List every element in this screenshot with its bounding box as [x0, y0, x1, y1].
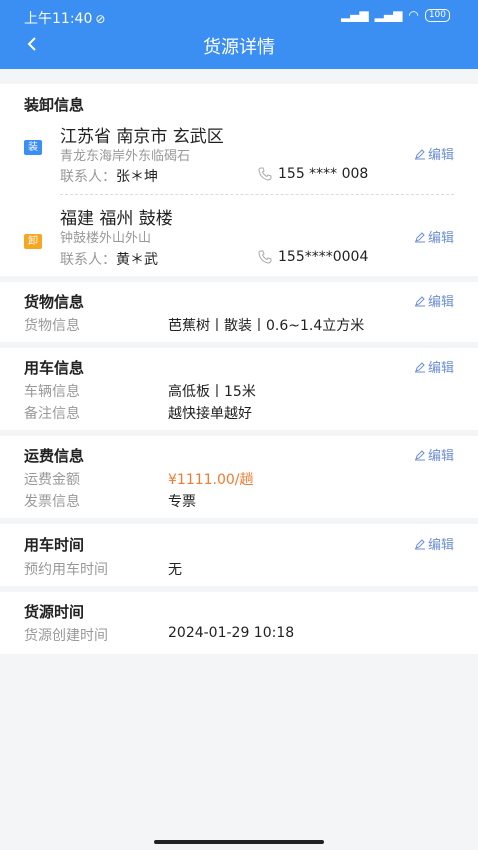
section-title-freight: 运费信息: [24, 447, 85, 465]
vehicle-card: 用车信息 编辑 车辆信息 高低板丨15米 备注信息 越快接单越好: [0, 348, 478, 430]
signal-icon: ▂▄▆: [340, 8, 369, 22]
signal-icon-2: ▂▄▆: [374, 8, 403, 22]
freight-amount-label: 运费金额: [24, 472, 80, 488]
phone-icon: [258, 167, 272, 181]
unload-contact: 联系人：黄＊武: [60, 252, 158, 268]
divider: [60, 194, 454, 195]
home-indicator: [154, 840, 324, 844]
wifi-icon: ◠: [408, 8, 419, 22]
invoice-label: 发票信息: [24, 494, 80, 510]
scheduled-time-value: 无: [168, 562, 182, 578]
freight-card: 运费信息 编辑 运费金额 ¥1111.00/趟 发票信息 专票: [0, 436, 478, 518]
pencil-icon: [414, 449, 425, 460]
mute-icon: ⊘: [95, 12, 106, 26]
load-address: 江苏省 南京市 玄武区: [60, 127, 224, 147]
unload-address: 福建 福州 鼓楼: [60, 209, 173, 229]
remark-value: 越快接单越好: [168, 406, 252, 422]
section-title-source-time: 货源时间: [24, 603, 85, 621]
source-time-card: 货源时间 货源创建时间 2024-01-29 10:18: [0, 592, 478, 654]
pencil-icon: [414, 538, 425, 549]
status-icons: ▂▄▆ ▂▄▆ ◠ 100: [341, 8, 450, 22]
invoice-value: 专票: [168, 494, 196, 510]
edit-freight-button[interactable]: 编辑: [414, 445, 454, 464]
unload-address-detail: 钟鼓楼外山外山: [60, 231, 152, 246]
freight-amount-value: ¥1111.00/趟: [168, 472, 254, 488]
section-title-cargo: 货物信息: [24, 293, 85, 311]
load-contact: 联系人：张＊坤: [60, 169, 158, 185]
load-address-detail: 青龙东海岸外东临碣石: [60, 149, 191, 164]
vehicle-info-label: 车辆信息: [24, 384, 80, 400]
vehicle-info-value: 高低板丨15米: [168, 384, 256, 400]
battery-icon: 100: [424, 8, 450, 22]
edit-vehicle-button[interactable]: 编辑: [414, 357, 454, 376]
cargo-info-label: 货物信息: [24, 318, 80, 334]
use-time-card: 用车时间 编辑 预约用车时间 无: [0, 524, 478, 586]
app-header: 上午11:40 ⊘ ▂▄▆ ▂▄▆ ◠ 100 货源详情: [0, 0, 478, 69]
edit-load-button[interactable]: 编辑: [414, 144, 454, 163]
cargo-card: 货物信息 编辑 货物信息 芭蕉树丨散装丨0.6~1.4立方米: [0, 282, 478, 342]
created-time-value: 2024-01-29 10:18: [168, 625, 295, 641]
edit-use-time-button[interactable]: 编辑: [414, 534, 454, 553]
unload-badge: 卸: [24, 234, 42, 249]
section-title-vehicle: 用车信息: [24, 359, 85, 377]
created-time-label: 货源创建时间: [24, 628, 108, 644]
section-title-load-unload: 装卸信息: [24, 96, 85, 114]
status-bar: 上午11:40 ⊘ ▂▄▆ ▂▄▆ ◠ 100: [0, 0, 478, 28]
page-title: 货源详情: [203, 37, 275, 58]
pencil-icon: [414, 295, 425, 306]
pencil-icon: [414, 361, 425, 372]
unload-phone[interactable]: 155****0004: [258, 249, 368, 265]
load-phone[interactable]: 155 **** 008: [258, 166, 368, 182]
cargo-info-value: 芭蕉树丨散装丨0.6~1.4立方米: [168, 318, 365, 334]
pencil-icon: [414, 148, 425, 159]
load-badge: 装: [24, 140, 42, 155]
edit-unload-button[interactable]: 编辑: [414, 227, 454, 246]
section-title-use-time: 用车时间: [24, 536, 85, 554]
load-unload-card: 装卸信息 江苏省 南京市 玄武区 装 青龙东海岸外东临碣石 编辑 联系人：张＊坤…: [0, 84, 478, 276]
status-time: 上午11:40 ⊘: [24, 11, 106, 27]
phone-icon: [258, 250, 272, 264]
pencil-icon: [414, 231, 425, 242]
scheduled-time-label: 预约用车时间: [24, 562, 108, 578]
edit-cargo-button[interactable]: 编辑: [414, 291, 454, 310]
remark-label: 备注信息: [24, 406, 80, 422]
